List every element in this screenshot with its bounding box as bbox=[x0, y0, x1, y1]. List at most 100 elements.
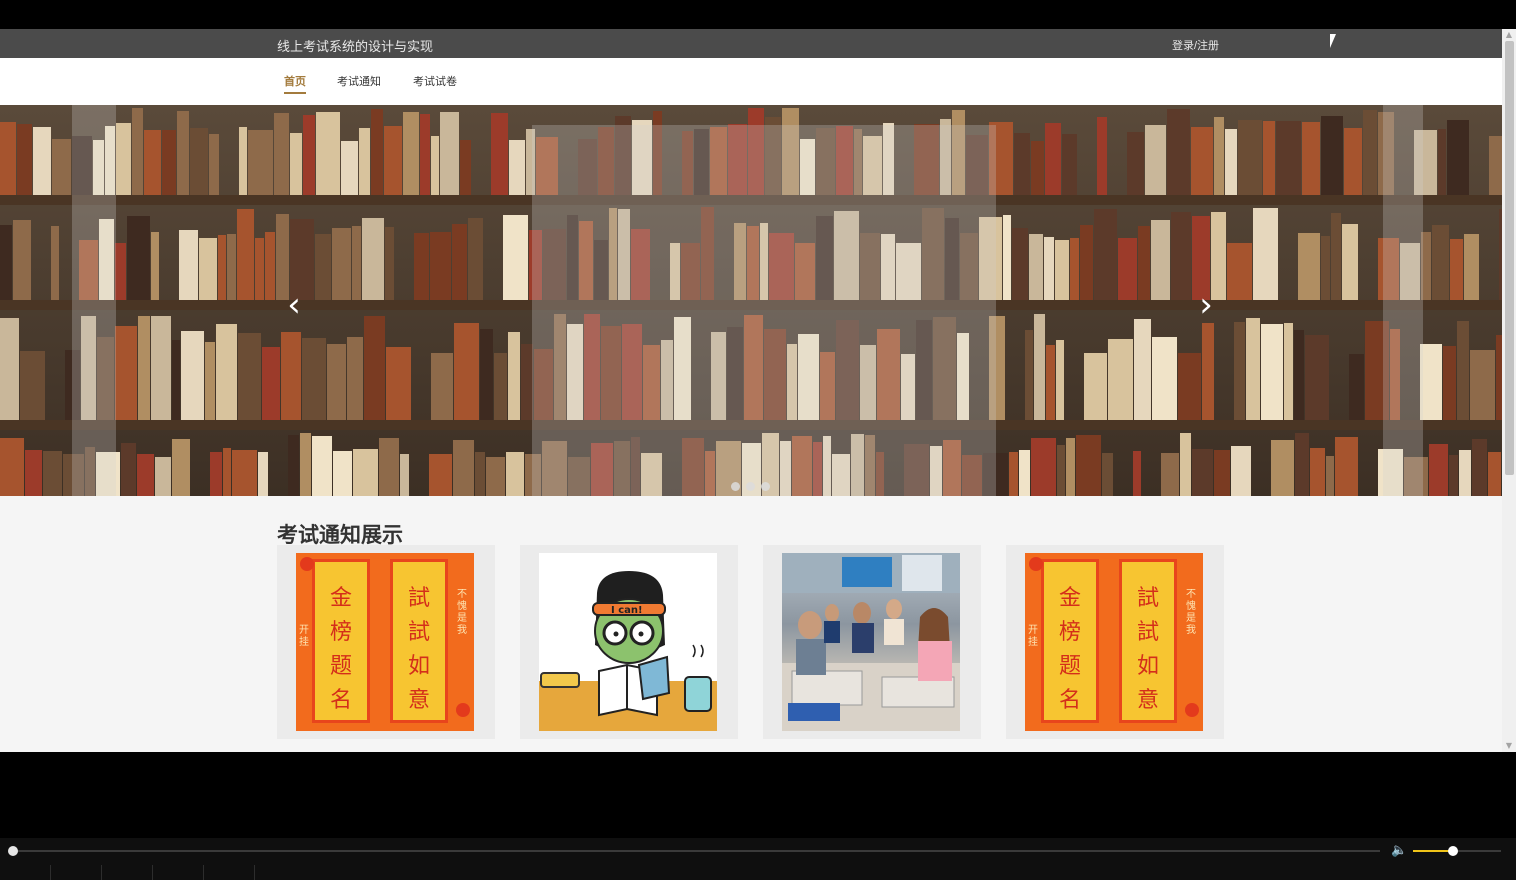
book-spine bbox=[431, 353, 453, 420]
book-spine bbox=[347, 337, 363, 420]
book-spine bbox=[255, 238, 264, 300]
book-spine bbox=[179, 230, 198, 300]
book-spine bbox=[1034, 314, 1045, 420]
banner-carousel[interactable]: ‹ › bbox=[0, 105, 1502, 496]
carousel-dot[interactable] bbox=[746, 482, 755, 491]
book-spine bbox=[172, 340, 180, 420]
top-bar: 线上考试系统的设计与实现 登录/注册 bbox=[0, 29, 1502, 58]
book-spine bbox=[17, 124, 32, 195]
book-spine bbox=[1464, 234, 1479, 300]
book-spine bbox=[1003, 215, 1011, 300]
book-spine bbox=[181, 331, 204, 420]
book-spine bbox=[0, 438, 24, 496]
book-spine bbox=[1432, 225, 1449, 300]
carousel-dot[interactable] bbox=[731, 482, 740, 491]
site-title[interactable]: 线上考试系统的设计与实现 bbox=[277, 36, 433, 55]
book-spine bbox=[1192, 449, 1213, 496]
book-spine bbox=[1180, 433, 1191, 496]
notice-card[interactable]: I can! bbox=[520, 545, 738, 739]
poster-character: 榜 bbox=[329, 620, 352, 645]
poster-side-text: 开挂 bbox=[1028, 625, 1038, 648]
chevron-right-icon[interactable]: › bbox=[1191, 285, 1221, 325]
book-spine bbox=[460, 140, 471, 195]
notice-image[interactable] bbox=[782, 553, 960, 731]
login-register-link[interactable]: 登录/注册 bbox=[1172, 37, 1219, 53]
scroll-up-icon[interactable]: ▲ bbox=[1502, 29, 1516, 41]
poster-panel: 試 試 如 意 bbox=[390, 559, 448, 723]
nav-item-exam-papers[interactable]: 考试试卷 bbox=[413, 73, 457, 89]
book-spine bbox=[239, 127, 247, 195]
notice-image[interactable]: 金 榜 题 名 試 試 如 意 开挂 不愧是我 bbox=[1025, 553, 1203, 731]
book-spine bbox=[1151, 220, 1170, 300]
book-spine bbox=[414, 233, 429, 300]
book-spine bbox=[384, 126, 402, 195]
book-spine bbox=[1459, 450, 1471, 496]
book-spine bbox=[216, 324, 237, 420]
scrollbar-thumb[interactable] bbox=[1505, 41, 1514, 475]
volume-handle[interactable] bbox=[1447, 846, 1458, 856]
book-spine bbox=[480, 329, 493, 420]
book-spine bbox=[303, 115, 315, 195]
book-spine bbox=[1055, 240, 1069, 300]
book-spine bbox=[1133, 451, 1141, 496]
book-spine bbox=[1031, 438, 1056, 496]
nav-item-home[interactable]: 首页 bbox=[284, 73, 306, 94]
player-tab-strip bbox=[0, 865, 1516, 880]
book-spine bbox=[506, 452, 524, 496]
book-spine bbox=[281, 332, 301, 420]
notice-image[interactable]: I can! bbox=[539, 553, 717, 731]
seek-handle[interactable] bbox=[8, 846, 18, 856]
book-spine bbox=[491, 113, 508, 195]
vertical-scrollbar[interactable]: ▲ ▼ bbox=[1502, 29, 1516, 752]
poster-character: 名 bbox=[1058, 688, 1081, 713]
book-spine bbox=[341, 141, 358, 195]
notice-card[interactable]: 金 榜 题 名 試 試 如 意 开挂 不愧是我 bbox=[277, 545, 495, 739]
book-spine bbox=[1019, 450, 1030, 496]
notice-image[interactable]: 金 榜 题 名 試 試 如 意 开挂 不愧是我 bbox=[296, 553, 474, 731]
seek-track[interactable] bbox=[12, 850, 1380, 852]
book-spine bbox=[199, 238, 217, 300]
book-spine bbox=[362, 218, 384, 300]
book-spine bbox=[1305, 335, 1329, 420]
book-spine bbox=[1246, 318, 1260, 420]
volume-icon[interactable]: 🔈 bbox=[1391, 843, 1407, 858]
poster-panel: 金 榜 题 名 bbox=[312, 559, 370, 723]
book-spine bbox=[115, 243, 126, 300]
book-spine bbox=[288, 435, 299, 496]
book-spine bbox=[151, 232, 159, 300]
book-spine bbox=[332, 228, 351, 300]
nav-item-exam-notice[interactable]: 考试通知 bbox=[337, 73, 381, 89]
book-spine bbox=[312, 436, 332, 496]
book-spine bbox=[1080, 225, 1093, 300]
book-spine bbox=[1191, 127, 1213, 195]
flower-icon bbox=[456, 703, 470, 717]
book-spine bbox=[25, 450, 42, 496]
book-spine bbox=[1231, 446, 1251, 496]
book-spine bbox=[1321, 236, 1330, 300]
book-spine bbox=[274, 113, 289, 195]
book-spine bbox=[1118, 238, 1137, 300]
book-spine bbox=[1070, 238, 1079, 300]
book-spine bbox=[1295, 433, 1309, 496]
book-spine bbox=[1310, 448, 1325, 496]
scroll-down-icon[interactable]: ▼ bbox=[1502, 740, 1516, 752]
book-spine bbox=[205, 342, 215, 420]
book-spine bbox=[1298, 233, 1320, 300]
book-spine bbox=[1349, 354, 1364, 420]
book-spine bbox=[431, 136, 439, 195]
book-spine bbox=[1045, 123, 1061, 195]
book-spine bbox=[151, 316, 171, 420]
book-spine bbox=[503, 215, 528, 300]
book-spine bbox=[52, 139, 71, 195]
book-spine bbox=[1094, 209, 1117, 300]
book-spine bbox=[1161, 453, 1179, 496]
book-spine bbox=[1238, 120, 1262, 195]
book-spine bbox=[177, 111, 189, 195]
chevron-left-icon[interactable]: ‹ bbox=[279, 285, 309, 325]
exam-poster-image: 金 榜 题 名 試 試 如 意 开挂 不愧是我 bbox=[1025, 553, 1203, 731]
book-spine bbox=[1363, 110, 1377, 195]
carousel-dot[interactable] bbox=[761, 482, 770, 491]
notice-card[interactable]: 金 榜 题 名 試 試 如 意 开挂 不愧是我 bbox=[1006, 545, 1224, 739]
headband-text: I can! bbox=[611, 605, 643, 616]
notice-card[interactable] bbox=[763, 545, 981, 739]
